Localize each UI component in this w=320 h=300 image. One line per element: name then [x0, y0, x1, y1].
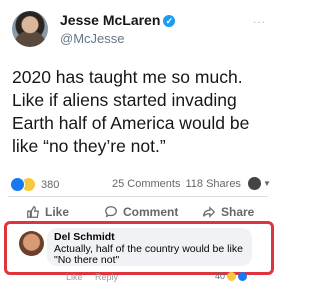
highlight-outline [4, 221, 274, 275]
post-meta: 25 Comments 118 Shares ▼ [112, 177, 271, 190]
viewer-avatar-icon[interactable] [247, 177, 261, 190]
post-text: 2020 has taught me so much. Like if alie… [12, 67, 250, 156]
like-reaction-icon [238, 271, 248, 281]
thumbs-up-icon [27, 206, 39, 218]
comment-actions: Like Reply [66, 272, 128, 282]
chevron-down-icon[interactable]: ▼ [263, 179, 271, 188]
author-name-row[interactable]: Jesse McLaren ✓ [60, 12, 176, 28]
like-button[interactable]: Like [26, 205, 69, 219]
comment-reactions[interactable]: 40 [215, 271, 248, 281]
author-avatar[interactable] [12, 11, 48, 47]
share-label: Share [221, 205, 255, 219]
share-button[interactable]: Share [202, 205, 254, 219]
comment-reply-link[interactable]: Reply [95, 272, 118, 282]
share-icon [203, 206, 216, 218]
comment-reaction-count: 40 [215, 271, 226, 281]
comment-label: Comment [123, 205, 179, 219]
verified-badge-icon: ✓ [163, 15, 176, 27]
comments-count[interactable]: 25 Comments [112, 178, 180, 190]
comment-icon [105, 206, 117, 218]
like-reaction-icon [10, 177, 25, 192]
like-label: Like [45, 205, 70, 219]
reaction-summary[interactable]: 380 [10, 177, 59, 192]
haha-reaction-icon [227, 271, 237, 281]
divider [8, 196, 268, 197]
comment-like-link[interactable]: Like [66, 272, 83, 282]
author-handle[interactable]: @McJesse [60, 31, 125, 46]
shares-count[interactable]: 118 Shares [185, 178, 240, 190]
reaction-count: 380 [41, 178, 60, 191]
author-name[interactable]: Jesse McLaren [60, 12, 160, 28]
comment-button[interactable]: Comment [104, 205, 178, 219]
more-options-icon[interactable]: ... [253, 12, 266, 26]
facebook-post: Jesse McLaren ✓ @McJesse ... 2020 has tau… [0, 0, 276, 300]
